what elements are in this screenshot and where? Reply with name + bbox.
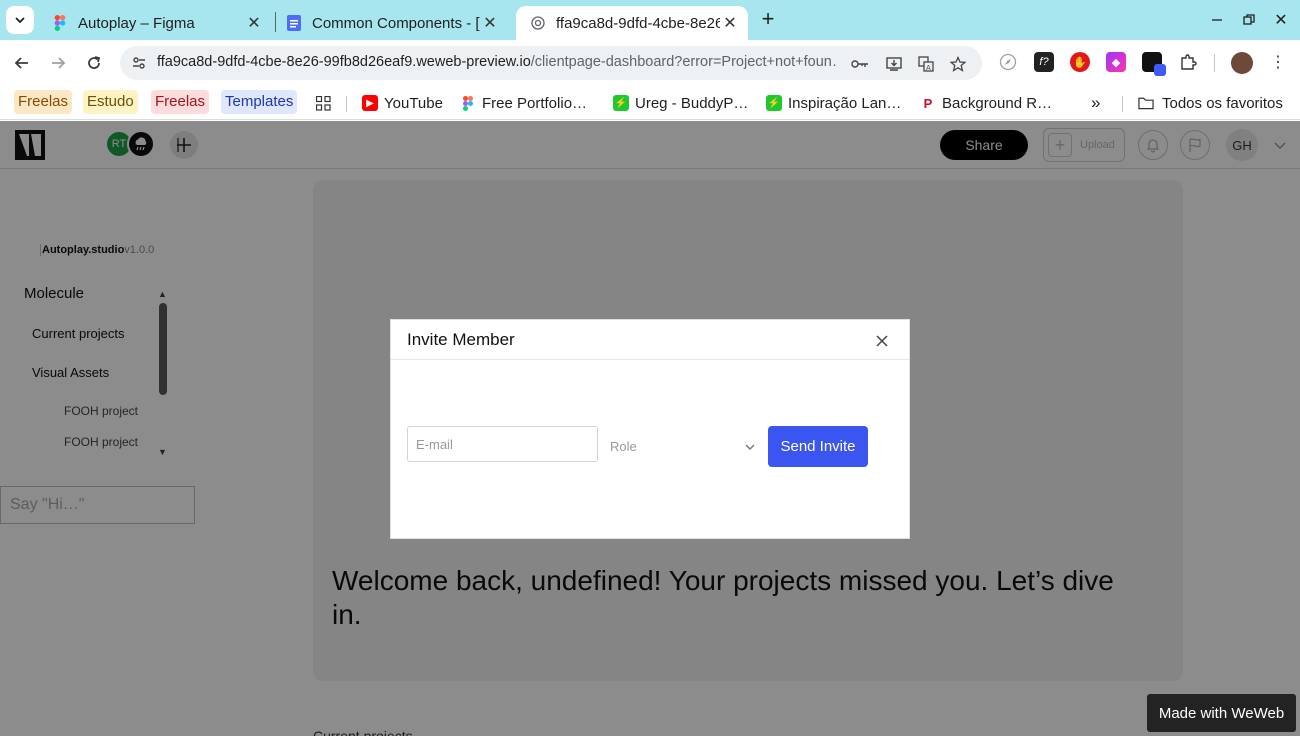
address-bar[interactable]: ffa9ca8d-9dfd-4cbe-8e26-99fb8d26eaf9.wew…	[120, 46, 982, 80]
browser-toolbar: ffa9ca8d-9dfd-4cbe-8e26-99fb8d26eaf9.wew…	[0, 40, 1300, 86]
role-placeholder: Role	[610, 438, 637, 454]
chevron-down-icon	[15, 17, 25, 24]
fontself-extension-icon[interactable]: f?	[1034, 52, 1054, 72]
bookmark-ureg-buddyp[interactable]: ⚡ Ureg - BuddyP…	[613, 91, 748, 115]
invite-member-modal: Invite Member Role Send Invite	[390, 319, 910, 539]
bookmark-star-icon[interactable]	[948, 54, 968, 74]
figma-icon	[52, 15, 68, 31]
puzzle-extensions-icon[interactable]	[1178, 52, 1198, 72]
globe-icon	[530, 15, 546, 31]
close-icon[interactable]: ✕	[720, 13, 740, 33]
bookmark-inspiracao[interactable]: ⚡ Inspiração Lan…	[766, 91, 901, 115]
bookmark-label: Background R…	[942, 94, 1053, 112]
translate-icon[interactable]: A	[916, 54, 936, 74]
url-host: ffa9ca8d-9dfd-4cbe-8e26-99fb8d26eaf9.wew…	[157, 54, 531, 70]
url-path: /clientpage-dashboard?error=Project+not+…	[530, 54, 837, 70]
window-close-icon[interactable]: ✕	[1269, 8, 1293, 32]
modal-backdrop-top[interactable]	[0, 121, 1300, 169]
send-invite-button[interactable]: Send Invite	[768, 426, 868, 467]
tab-search-button[interactable]	[6, 6, 34, 34]
svg-text:A: A	[926, 65, 931, 72]
all-bookmarks-folder[interactable]: Todos os favoritos	[1138, 91, 1283, 115]
color-extension-icon[interactable]: ◆	[1106, 52, 1126, 72]
extension-badge-icon[interactable]	[1142, 52, 1166, 76]
more-bookmarks-button[interactable]: »	[1091, 91, 1100, 115]
close-icon[interactable]: ✕	[480, 13, 500, 33]
bolt-icon: ⚡	[766, 95, 782, 111]
new-tab-button[interactable]: +	[756, 8, 780, 32]
apps-grid-icon[interactable]	[316, 91, 331, 115]
bookmark-label: Ureg - BuddyP…	[635, 94, 749, 112]
bookmark-label: Free Portfolio…	[482, 94, 588, 112]
forward-arrow-icon[interactable]	[45, 50, 71, 76]
tab-figma[interactable]: Autoplay – Figma ✕	[38, 6, 272, 40]
bookmark-free-portfolio[interactable]: Free Portfolio…	[460, 91, 587, 115]
tab-title: Common Components - [	[312, 14, 480, 32]
toolbar-separator	[1214, 54, 1215, 72]
kebab-menu-icon[interactable]: ⋮	[1268, 52, 1288, 72]
email-field[interactable]	[407, 426, 598, 462]
bookmarks-bar: Freelas Estudo Freelas Templates ▶ YouTu…	[0, 86, 1300, 120]
modal-title: Invite Member	[407, 330, 515, 349]
bookmark-separator	[1122, 96, 1123, 112]
tab-active-preview[interactable]: ffa9ca8d-9dfd-4cbe-8e26 ✕	[516, 6, 748, 40]
tab-strip: Autoplay – Figma ✕ Common Components - […	[0, 0, 1300, 40]
compass-extension-icon[interactable]	[998, 52, 1018, 72]
figma-icon	[460, 95, 476, 111]
bookmark-folder-estudo[interactable]: Estudo	[83, 90, 138, 114]
profile-avatar[interactable]	[1231, 52, 1253, 74]
install-app-icon[interactable]	[884, 54, 904, 74]
close-icon[interactable]	[871, 330, 893, 352]
modal-divider	[391, 359, 909, 360]
restore-icon[interactable]	[1237, 8, 1261, 32]
chevron-down-icon	[745, 439, 755, 454]
youtube-icon: ▶	[362, 95, 378, 111]
bookmark-separator	[346, 96, 347, 112]
bookmark-background-r[interactable]: P Background R…	[920, 91, 1052, 115]
bookmark-label: Inspiração Lan…	[788, 94, 902, 112]
tab-title: ffa9ca8d-9dfd-4cbe-8e26	[556, 14, 720, 32]
tab-common-components[interactable]: Common Components - [ ✕	[272, 6, 508, 40]
key-icon[interactable]	[850, 54, 870, 74]
docs-icon	[286, 15, 302, 31]
bolt-icon: ⚡	[613, 95, 629, 111]
close-icon[interactable]: ✕	[244, 13, 264, 33]
bookmark-folder-freelas-2[interactable]: Freelas	[151, 90, 210, 114]
bookmark-label: YouTube	[384, 94, 443, 112]
folder-icon	[1138, 95, 1154, 111]
url-text: ffa9ca8d-9dfd-4cbe-8e26-99fb8d26eaf9.wew…	[157, 54, 837, 70]
stop-hand-extension-icon[interactable]: ✋	[1070, 52, 1090, 72]
tab-title: Autoplay – Figma	[78, 14, 195, 32]
pinterest-icon: P	[920, 95, 936, 111]
back-arrow-icon[interactable]	[9, 50, 35, 76]
reload-icon[interactable]	[81, 50, 107, 76]
minimize-icon[interactable]	[1205, 8, 1229, 32]
site-settings-icon[interactable]	[128, 52, 150, 74]
bookmark-folder-freelas[interactable]: Freelas	[14, 90, 73, 114]
bookmark-youtube[interactable]: ▶ YouTube	[362, 91, 443, 115]
made-with-weweb-badge[interactable]: Made with WeWeb	[1147, 694, 1296, 732]
bookmark-label: Todos os favoritos	[1162, 94, 1283, 112]
role-select[interactable]: Role	[610, 430, 755, 462]
bookmark-folder-templates[interactable]: Templates	[221, 90, 298, 114]
